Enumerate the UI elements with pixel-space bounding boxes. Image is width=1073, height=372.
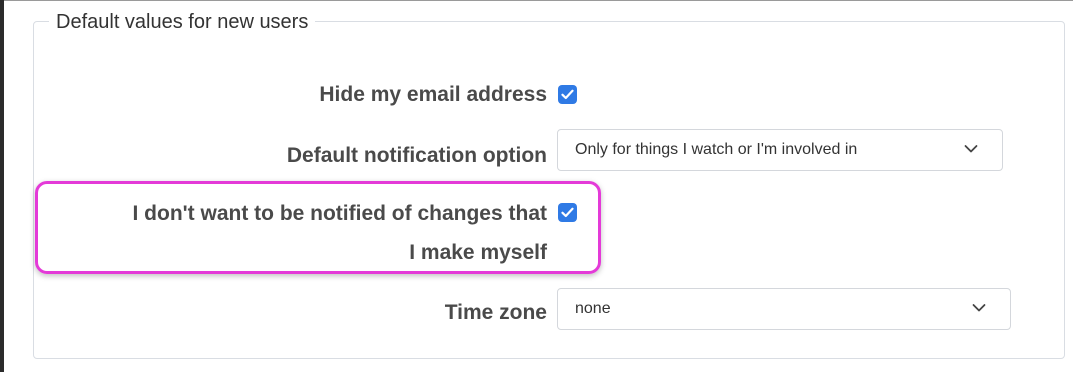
hide-email-checkbox[interactable] [558, 85, 577, 104]
notification-option-select[interactable]: Only for things I watch or I'm involved … [557, 129, 1003, 171]
check-icon [561, 207, 574, 218]
no-self-notify-checkbox[interactable] [558, 203, 577, 222]
window-top-border [0, 0, 1073, 1]
time-zone-value: none [575, 300, 611, 317]
no-self-notify-label-line1: I don't want to be notified of changes t… [132, 202, 547, 225]
chevron-down-icon [972, 304, 986, 312]
notification-option-label: Default notification option [286, 144, 547, 167]
window-left-border [0, 0, 4, 372]
time-zone-label: Time zone [444, 301, 547, 324]
notification-option-value: Only for things I watch or I'm involved … [575, 141, 858, 158]
fieldset-legend: Default values for new users [49, 10, 316, 34]
chevron-down-icon [964, 145, 978, 153]
check-icon [561, 89, 574, 100]
no-self-notify-label-line2: I make myself [409, 241, 547, 264]
time-zone-select[interactable]: none [557, 288, 1011, 330]
hide-email-label: Hide my email address [319, 83, 547, 106]
